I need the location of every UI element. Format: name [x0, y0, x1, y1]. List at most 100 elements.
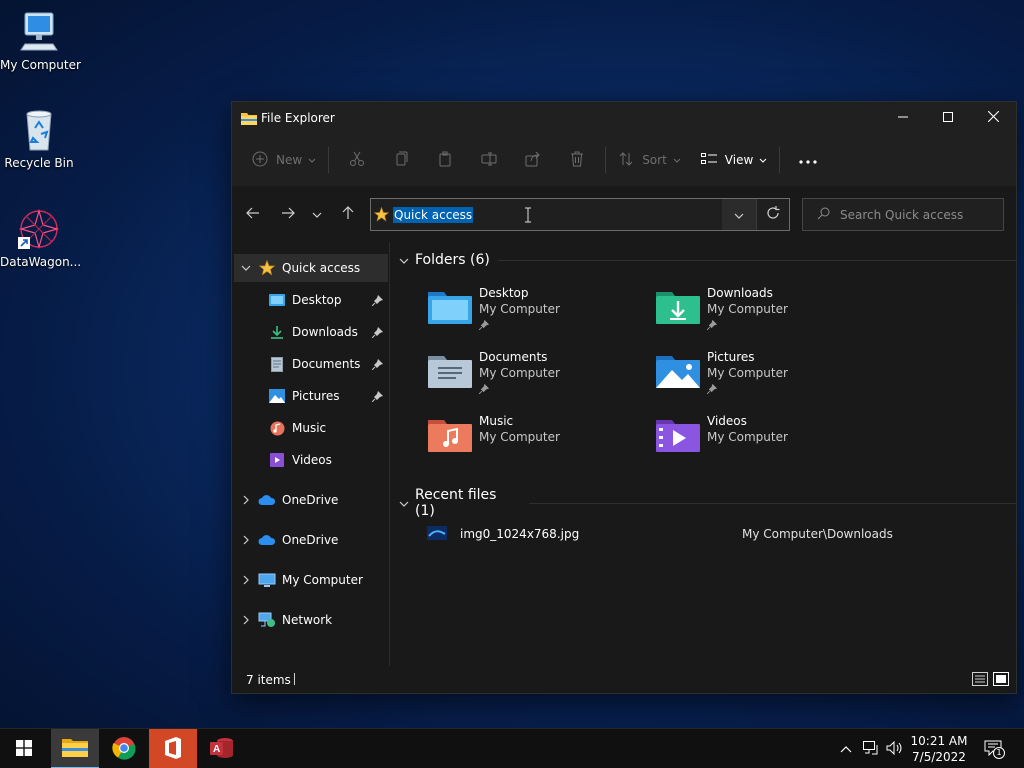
recent-file-row[interactable]: img0_1024x768.jpg My Computer\Downloads	[421, 522, 1011, 546]
folder-location: My Computer	[479, 430, 560, 444]
copy-button[interactable]	[379, 144, 423, 176]
plus-circle-icon	[252, 151, 268, 170]
folder-name: Desktop	[479, 286, 529, 300]
folder-tile-pictures[interactable]: Pictures My Computer	[656, 350, 876, 410]
text-cursor-icon	[524, 207, 532, 226]
nav-label: Downloads	[292, 325, 358, 339]
folder-tile-documents[interactable]: Documents My Computer	[428, 350, 648, 410]
paste-button[interactable]	[423, 144, 467, 176]
maximize-button[interactable]	[925, 102, 971, 134]
delete-button[interactable]	[555, 144, 599, 176]
show-hidden-icons-button[interactable]	[836, 729, 856, 768]
folders-group-header[interactable]: Folders (6)	[399, 252, 1016, 268]
sort-button[interactable]: Sort	[612, 144, 687, 176]
folder-icon	[241, 112, 257, 125]
address-dropdown-button[interactable]	[722, 199, 756, 230]
nav-item-desktop[interactable]: Desktop	[234, 286, 388, 314]
star-icon	[373, 206, 390, 225]
folder-tile-music[interactable]: Music My Computer	[428, 414, 648, 474]
up-button[interactable]	[333, 200, 363, 228]
arrow-right-icon	[281, 207, 295, 222]
address-text[interactable]: Quick access	[393, 207, 474, 223]
documents-folder-icon	[428, 352, 472, 388]
desktop-icon-my-computer[interactable]: My Computer	[0, 10, 81, 72]
document-icon	[268, 356, 286, 372]
refresh-button[interactable]	[756, 199, 789, 230]
notification-center-button[interactable]: 1	[978, 729, 1010, 768]
notification-icon: 1	[984, 740, 1005, 759]
chevron-right-icon[interactable]	[234, 575, 258, 585]
details-view-button[interactable]	[972, 672, 988, 689]
folder-name: Documents	[479, 350, 548, 364]
nav-item-onedrive[interactable]: OneDrive	[234, 486, 388, 514]
nav-item-quick-access[interactable]: Quick access	[234, 254, 388, 282]
notification-count-badge: 1	[993, 747, 1005, 759]
recent-locations-button[interactable]	[304, 200, 330, 228]
more-options-button[interactable]	[786, 144, 830, 176]
title-bar[interactable]: File Explorer	[232, 102, 1016, 134]
taskbar-office[interactable]	[149, 729, 197, 768]
sort-label: Sort	[642, 153, 667, 167]
share-icon	[525, 151, 541, 170]
chevron-down-icon	[308, 153, 316, 167]
datawagon-icon	[17, 207, 61, 251]
network-icon	[258, 612, 276, 628]
search-input[interactable]: Search Quick access	[802, 198, 1004, 231]
rename-button[interactable]	[467, 144, 511, 176]
view-button[interactable]: View	[695, 144, 773, 176]
address-bar-row: Quick access Search Quick access	[232, 186, 1016, 242]
download-icon	[268, 324, 286, 340]
pin-icon	[706, 319, 718, 333]
cloud-icon	[258, 492, 276, 508]
folder-tile-videos[interactable]: Videos My Computer	[656, 414, 876, 474]
address-input[interactable]: Quick access	[370, 198, 790, 231]
maximize-icon	[943, 111, 953, 125]
tiles-view-button[interactable]	[993, 672, 1009, 689]
chevron-right-icon[interactable]	[234, 615, 258, 625]
status-divider	[294, 673, 295, 685]
cut-button[interactable]	[335, 144, 379, 176]
taskbar-chrome[interactable]	[100, 729, 148, 768]
nav-item-onedrive-2[interactable]: OneDrive	[234, 526, 388, 554]
taskbar-file-explorer[interactable]	[51, 729, 99, 768]
nav-item-pictures[interactable]: Pictures	[234, 382, 388, 410]
clock[interactable]: 10:21 AM 7/5/2022	[908, 729, 970, 768]
folder-tile-desktop[interactable]: Desktop My Computer	[428, 286, 648, 346]
close-icon	[987, 110, 999, 125]
nav-item-documents[interactable]: Documents	[234, 350, 388, 378]
navigation-pane: Quick access Desktop Downloads Documents…	[232, 242, 390, 667]
folder-tile-downloads[interactable]: Downloads My Computer	[656, 286, 876, 346]
group-divider	[528, 502, 1016, 504]
nav-item-videos[interactable]: Videos	[234, 446, 388, 474]
recent-files-group-header[interactable]: Recent files (1)	[399, 487, 1016, 519]
nav-item-downloads[interactable]: Downloads	[234, 318, 388, 346]
item-count: 7 items	[246, 673, 291, 687]
nav-label: OneDrive	[282, 493, 339, 507]
nav-item-network[interactable]: Network	[234, 606, 388, 634]
clipboard-icon	[437, 151, 453, 170]
volume-tray-button[interactable]	[884, 729, 906, 768]
minimize-button[interactable]	[880, 102, 926, 134]
recycle-bin-icon	[17, 108, 61, 152]
folder-icon	[62, 737, 88, 760]
chevron-right-icon[interactable]	[234, 535, 258, 545]
network-tray-button[interactable]	[860, 729, 882, 768]
desktop-icon-datawagon[interactable]: DataWagon...	[0, 207, 81, 269]
trash-icon	[569, 151, 585, 170]
share-button[interactable]	[511, 144, 555, 176]
chevron-down-icon	[673, 153, 681, 167]
nav-item-my-computer[interactable]: My Computer	[234, 566, 388, 594]
back-button[interactable]	[238, 200, 268, 228]
arrow-up-icon	[342, 205, 354, 223]
forward-button[interactable]	[273, 200, 303, 228]
toolbar-divider	[779, 147, 781, 173]
taskbar-access[interactable]: A	[198, 729, 246, 768]
new-button[interactable]: New	[246, 144, 322, 176]
start-button[interactable]	[0, 729, 48, 768]
nav-item-music[interactable]: Music	[234, 414, 388, 442]
chevron-down-icon[interactable]	[234, 265, 258, 271]
close-button[interactable]	[970, 102, 1016, 134]
desktop-icon-recycle-bin[interactable]: Recycle Bin	[0, 108, 78, 170]
chevron-right-icon[interactable]	[234, 495, 258, 505]
folder-location: My Computer	[479, 366, 560, 380]
